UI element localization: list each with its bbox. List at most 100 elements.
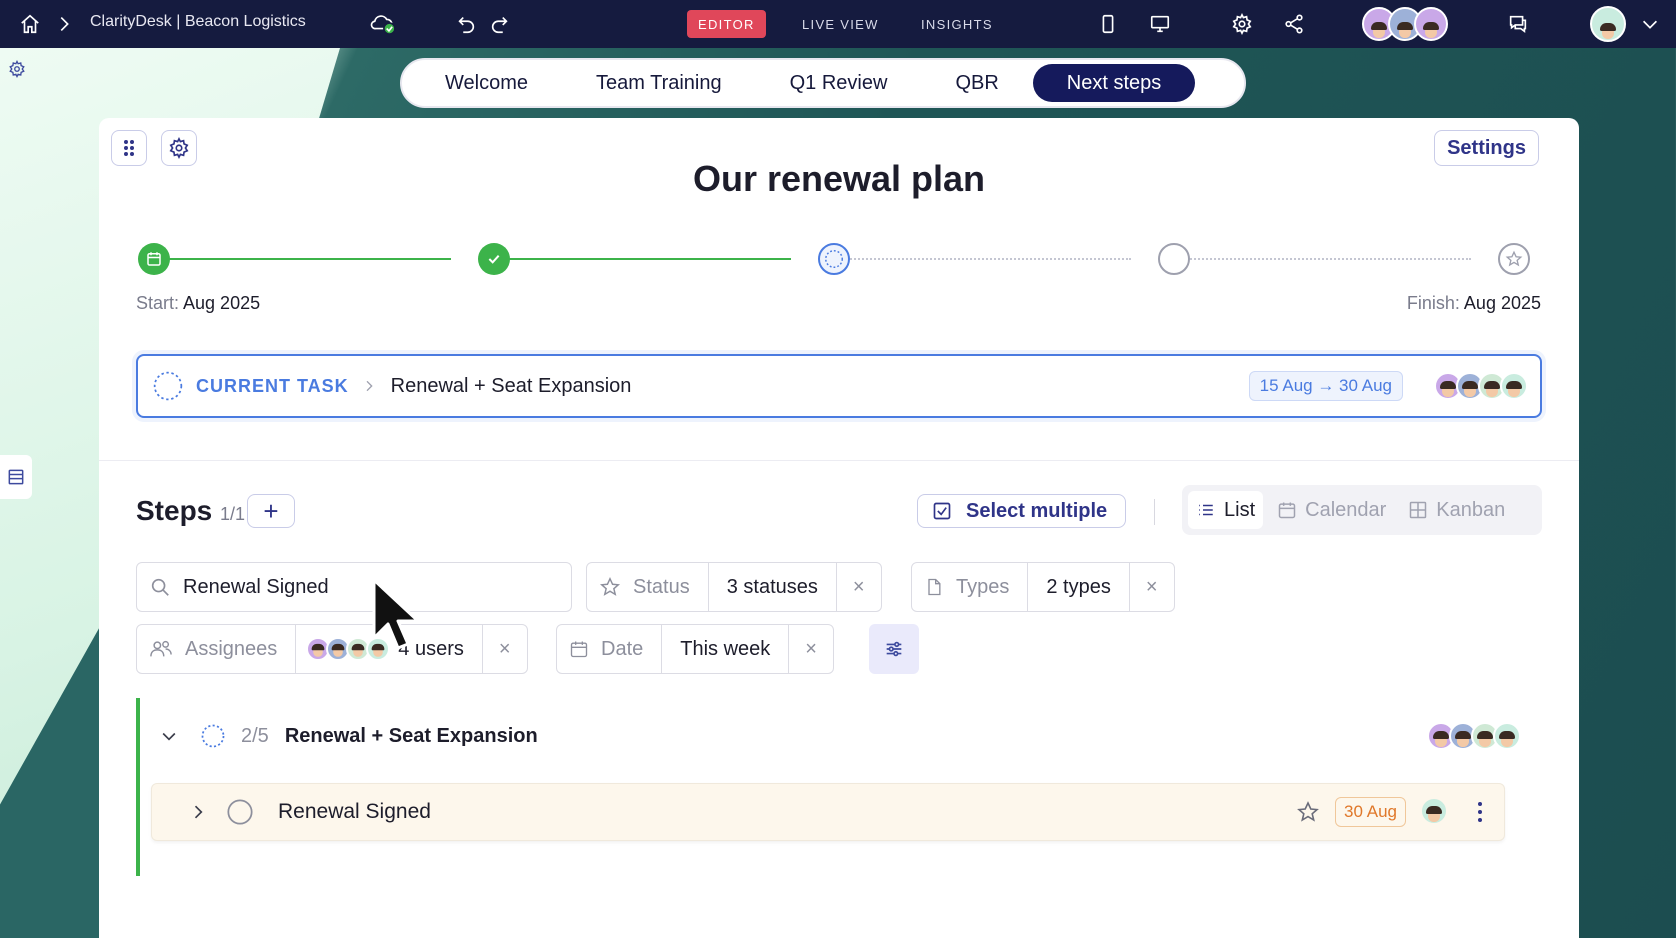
tab-q1-review[interactable]: Q1 Review [756, 64, 922, 102]
types-filter-value[interactable]: 2 types [1028, 563, 1130, 611]
chevron-down-icon[interactable] [1636, 10, 1664, 38]
chevron-down-icon[interactable] [159, 726, 179, 746]
cloud-synced-icon[interactable] [366, 10, 400, 38]
date-filter-value[interactable]: This week [662, 625, 790, 673]
select-multiple-button[interactable]: Select multiple [917, 494, 1127, 528]
more-options-icon[interactable] [1476, 801, 1484, 823]
mode-insights[interactable]: INSIGHTS [910, 10, 1004, 38]
current-task-date-range[interactable]: 15 Aug → 30 Aug [1248, 371, 1403, 401]
view-tab-label: Calendar [1305, 498, 1387, 521]
start-key: Start: [136, 293, 180, 313]
view-tab-calendar[interactable]: Calendar [1269, 491, 1394, 529]
types-filter-label: Types [956, 575, 1010, 598]
date-filter[interactable]: Date This week × [556, 624, 834, 674]
start-value: Aug 2025 [183, 293, 261, 313]
group-assignees[interactable] [1427, 722, 1521, 750]
finish-key: Finish: [1406, 293, 1460, 313]
share-icon[interactable] [1280, 10, 1308, 38]
timeline-finish-star-icon[interactable] [1498, 243, 1530, 275]
status-filter-clear-button[interactable]: × [837, 563, 881, 611]
tab-next-steps[interactable]: Next steps [1032, 64, 1196, 102]
mode-editor[interactable]: EDITOR [687, 10, 766, 38]
tab-team-training[interactable]: Team Training [562, 64, 756, 102]
finish-value: Aug 2025 [1463, 293, 1541, 313]
task-due-date[interactable]: 30 Aug [1335, 797, 1406, 827]
status-filter-value[interactable]: 3 statuses [709, 563, 837, 611]
current-task-name: Renewal + Seat Expansion [390, 374, 632, 397]
chevron-right-icon[interactable] [188, 802, 208, 822]
advanced-filters-button[interactable] [869, 624, 919, 674]
group-name: Renewal + Seat Expansion [284, 724, 538, 747]
todo-circle-icon[interactable] [226, 798, 254, 826]
user-avatar[interactable] [1590, 6, 1626, 42]
assignees-filter-key[interactable]: Assignees [137, 625, 297, 673]
mode-live-view[interactable]: LIVE VIEW [791, 10, 890, 38]
assignees-filter-label: Assignees [185, 637, 278, 660]
search-icon [151, 578, 169, 596]
top-bar: ClarityDesk | Beacon Logistics EDITOR LI… [0, 0, 1676, 48]
breadcrumb[interactable]: ClarityDesk | Beacon Logistics [90, 13, 306, 31]
timeline-segment-done [155, 258, 451, 260]
calendar-icon [1278, 502, 1296, 519]
checkbox-icon [933, 502, 951, 520]
undo-icon[interactable] [452, 10, 480, 38]
view-tab-kanban[interactable]: Kanban [1400, 491, 1513, 529]
view-tab-label: Kanban [1436, 498, 1506, 521]
timeline-todo-circle-icon[interactable] [1158, 243, 1190, 275]
tab-qbr[interactable]: QBR [921, 64, 1032, 102]
task-assignee-avatar[interactable] [1420, 797, 1448, 825]
timeline-segment-pending [1175, 258, 1471, 260]
gear-icon[interactable] [1228, 10, 1256, 38]
avatar [1414, 7, 1448, 41]
types-filter-clear-button[interactable]: × [1130, 563, 1174, 611]
status-filter[interactable]: Status 3 statuses × [586, 562, 882, 612]
document-icon [928, 578, 941, 596]
toolbar-divider [1154, 499, 1155, 525]
list-icon [8, 469, 24, 485]
timeline-check-icon[interactable] [478, 243, 510, 275]
timeline-finish-label: Finish: Aug 2025 [1407, 293, 1541, 314]
steps-count: 1/1 [220, 504, 246, 524]
view-switcher: List Calendar Kanban [1182, 485, 1542, 535]
types-filter[interactable]: Types 2 types × [911, 562, 1175, 612]
calendar-icon [570, 641, 588, 658]
page-gear-icon[interactable] [8, 60, 26, 78]
star-icon [599, 577, 621, 596]
add-step-button[interactable]: + [247, 494, 295, 528]
timeline-in-progress-icon[interactable] [818, 243, 850, 275]
search-input[interactable] [183, 575, 523, 599]
desktop-preview-icon[interactable] [1146, 10, 1174, 38]
avatar [1493, 722, 1521, 750]
mouse-cursor-icon [372, 578, 420, 650]
page-title: Our renewal plan [692, 158, 986, 199]
in-progress-icon [153, 371, 183, 401]
date-filter-clear-button[interactable]: × [789, 625, 833, 673]
search-box [136, 562, 572, 612]
task-row[interactable]: Renewal Signed 30 Aug [151, 783, 1505, 841]
redo-icon[interactable] [486, 10, 514, 38]
comments-icon[interactable] [1504, 10, 1532, 38]
date-filter-key[interactable]: Date [557, 625, 663, 673]
types-filter-key[interactable]: Types [912, 563, 1029, 611]
outline-panel-toggle[interactable] [0, 455, 32, 499]
assignees-filter[interactable]: Assignees 4 users × [136, 624, 528, 674]
star-icon[interactable] [1296, 800, 1320, 824]
collaborators-avatars[interactable] [1362, 7, 1448, 41]
timeline-start-calendar-icon[interactable] [138, 243, 170, 275]
timeline-segment-pending [835, 258, 1131, 260]
section-divider [99, 460, 1579, 461]
step-group-header[interactable]: 2/5 Renewal + Seat Expansion [159, 716, 538, 756]
view-tab-list[interactable]: List [1188, 491, 1264, 529]
drag-dots-icon [124, 140, 134, 156]
assignees-filter-clear-button[interactable]: × [483, 625, 527, 673]
current-task-assignees[interactable] [1434, 372, 1528, 400]
current-task-label: CURRENT TASK [196, 375, 349, 396]
home-icon[interactable] [16, 10, 44, 38]
group-progress-bar [136, 698, 140, 876]
timeline-start-label: Start: Aug 2025 [136, 293, 260, 314]
chevron-right-icon [50, 10, 78, 38]
mobile-preview-icon[interactable] [1094, 10, 1122, 38]
tab-welcome[interactable]: Welcome [407, 64, 562, 102]
current-task-banner[interactable]: CURRENT TASK Renewal + Seat Expansion 15… [136, 354, 1542, 418]
status-filter-key[interactable]: Status [587, 563, 709, 611]
